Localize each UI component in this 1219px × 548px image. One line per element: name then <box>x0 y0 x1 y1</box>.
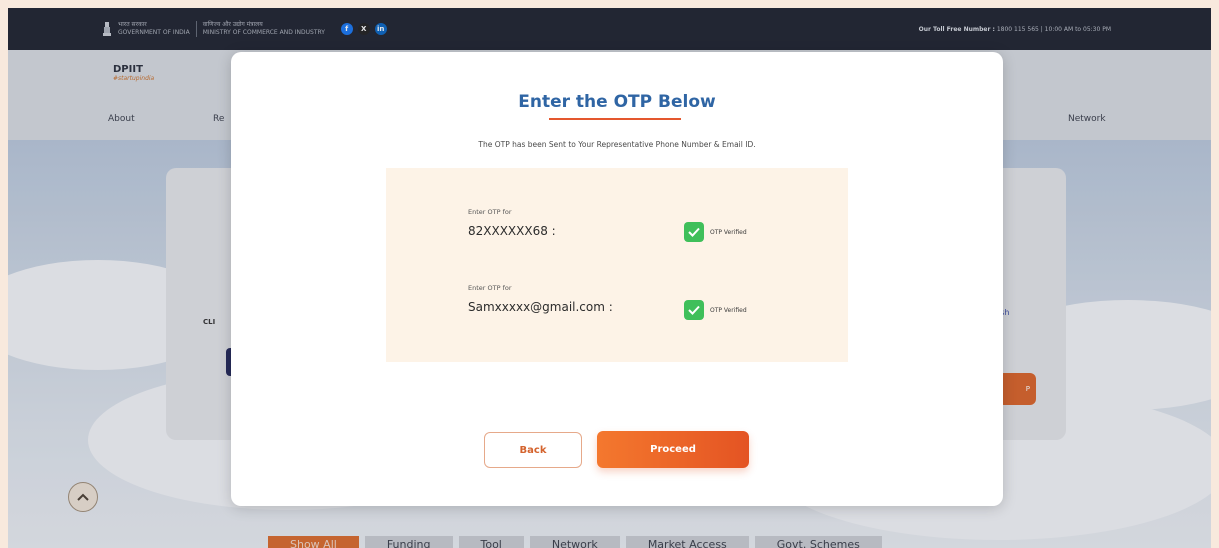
otp-row-phone: Enter OTP for 82XXXXXX68 : <box>468 208 556 238</box>
back-button[interactable]: Back <box>484 432 582 468</box>
proceed-button[interactable]: Proceed <box>597 431 749 468</box>
otp-phone-value: 82XXXXXX68 : <box>468 224 556 238</box>
modal-title: Enter the OTP Below <box>518 92 716 112</box>
otp-phone-verified: OTP Verified <box>684 222 747 242</box>
otp-email-value: Samxxxxx@gmail.com : <box>468 300 613 314</box>
otp-label: Enter OTP for <box>468 284 512 292</box>
checkmark-icon <box>684 300 704 320</box>
otp-label: Enter OTP for <box>468 208 512 216</box>
otp-modal: Enter the OTP Below The OTP has been Sen… <box>231 52 1003 506</box>
otp-email-verified: OTP Verified <box>684 300 747 320</box>
page-frame: भारत सरकार GOVERNMENT OF INDIA वाणिज्य औ… <box>8 8 1211 548</box>
title-underline <box>549 118 681 120</box>
modal-subtitle: The OTP has been Sent to Your Representa… <box>478 140 756 149</box>
otp-panel: Enter OTP for 82XXXXXX68 : OTP Verified … <box>386 168 848 362</box>
verified-status: OTP Verified <box>710 306 747 314</box>
verified-status: OTP Verified <box>710 228 747 236</box>
otp-row-email: Enter OTP for Samxxxxx@gmail.com : <box>468 284 613 314</box>
checkmark-icon <box>684 222 704 242</box>
